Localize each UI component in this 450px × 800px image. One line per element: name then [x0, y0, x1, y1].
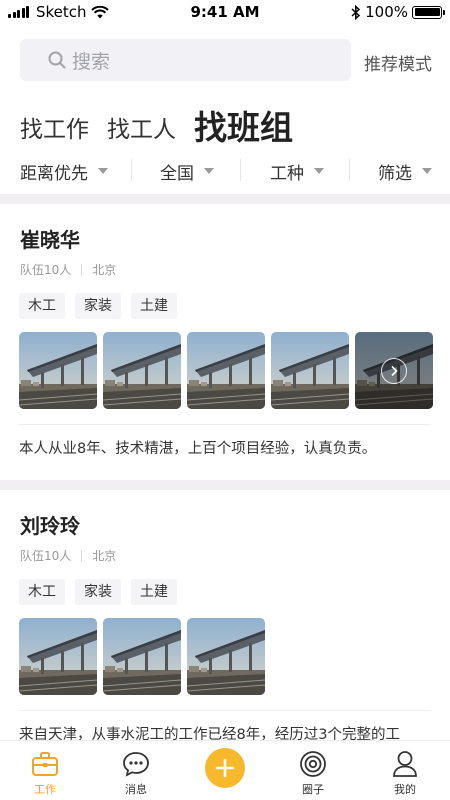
work-photo[interactable]: [187, 332, 265, 409]
tab-find-job[interactable]: 找工作: [20, 119, 89, 144]
chevron-right-icon: [381, 357, 407, 384]
photo-strip: [19, 618, 265, 695]
filter-trade-label: 工种: [270, 163, 304, 184]
tag: 家装: [75, 579, 121, 605]
filter-more[interactable]: 筛选: [378, 159, 432, 184]
tabbar-label: 我的: [394, 783, 416, 796]
tag: 木工: [19, 293, 65, 319]
work-photo[interactable]: [103, 332, 181, 409]
caret-down-icon: [314, 168, 324, 174]
tabbar-label: 圈子: [302, 783, 324, 796]
team-card[interactable]: 崔晓华 队伍10人 北京 木工 家装 土建 本人从业8年、技术精湛，上百个项目经验…: [0, 204, 450, 480]
tabbar-item-messages[interactable]: 消息: [106, 749, 166, 797]
caret-down-icon: [204, 168, 214, 174]
caret-down-icon: [98, 168, 108, 174]
work-photo[interactable]: [271, 332, 349, 409]
work-photo[interactable]: [19, 618, 97, 695]
tag: 木工: [19, 579, 65, 605]
team-city: 北京: [92, 549, 117, 563]
search-placeholder: 搜索: [72, 50, 111, 73]
tabbar-item-work[interactable]: 工作: [15, 749, 75, 797]
search-icon: [48, 51, 66, 69]
filter-region-label: 全国: [160, 163, 194, 184]
filter-bar: 距离优先 全国 工种 筛选: [0, 155, 450, 187]
tag: 土建: [131, 579, 177, 605]
plus-icon: [215, 758, 235, 778]
chat-bubble-icon: [123, 752, 149, 777]
team-city: 北京: [92, 263, 117, 277]
section-separator: [0, 194, 450, 204]
team-leader-name: 刘玲玲: [20, 514, 80, 538]
tag: 家装: [75, 293, 121, 319]
section-separator: [0, 480, 450, 490]
circle-icon: [300, 751, 326, 777]
team-meta: 队伍10人 北京: [20, 261, 116, 278]
work-photo[interactable]: [355, 332, 433, 409]
team-size: 队伍10人: [20, 549, 72, 563]
meta-separator: [81, 549, 83, 562]
caret-down-icon: [422, 168, 432, 174]
status-right: 100%: [351, 3, 445, 21]
filter-trade[interactable]: 工种: [270, 159, 324, 184]
filter-region[interactable]: 全国: [160, 159, 214, 184]
card-divider: [19, 710, 431, 711]
photo-strip: [19, 332, 433, 409]
search-input[interactable]: 搜索: [20, 39, 351, 81]
work-photo[interactable]: [187, 618, 265, 695]
tabbar-item-profile[interactable]: 我的: [375, 749, 435, 797]
team-meta: 队伍10人 北京: [20, 547, 116, 564]
team-leader-name: 崔晓华: [20, 228, 80, 252]
tabbar-label: 工作: [34, 783, 56, 796]
filter-more-label: 筛选: [378, 163, 412, 184]
more-photos-overlay[interactable]: [355, 332, 433, 409]
battery-percent: 100%: [365, 3, 408, 21]
add-button[interactable]: [205, 748, 245, 788]
tag-list: 木工 家装 土建: [19, 293, 177, 319]
user-icon: [393, 751, 417, 777]
filter-divider: [240, 159, 241, 181]
card-divider: [19, 424, 431, 425]
team-size: 队伍10人: [20, 263, 72, 277]
tab-find-worker[interactable]: 找工人: [107, 119, 176, 144]
tag: 土建: [131, 293, 177, 319]
meta-separator: [81, 263, 83, 276]
tag-list: 木工 家装 土建: [19, 579, 177, 605]
work-photo[interactable]: [19, 332, 97, 409]
work-photo[interactable]: [103, 618, 181, 695]
filter-distance[interactable]: 距离优先: [20, 159, 108, 184]
team-description: 本人从业8年、技术精湛，上百个项目经验，认真负责。: [19, 441, 377, 457]
battery-fill: [414, 8, 440, 16]
category-tabs: 找工作 找工人 找班组: [20, 100, 293, 144]
bluetooth-icon: [351, 4, 361, 20]
tabbar-label: 消息: [125, 783, 147, 796]
filter-divider: [349, 159, 350, 181]
recommend-mode-link[interactable]: 推荐模式: [364, 50, 432, 75]
tabbar-item-circle[interactable]: 圈子: [283, 749, 343, 797]
filter-distance-label: 距离优先: [20, 163, 88, 184]
battery-icon: [412, 5, 445, 19]
toolbox-icon: [32, 752, 58, 776]
team-card[interactable]: 刘玲玲 队伍10人 北京 木工 家装 土建 来自天津，从事水泥工的工作已经8年，经…: [0, 490, 450, 743]
status-bar: Sketch 9:41 AM 100%: [0, 0, 450, 26]
filter-divider: [131, 159, 132, 181]
tab-find-team[interactable]: 找班组: [194, 111, 293, 144]
